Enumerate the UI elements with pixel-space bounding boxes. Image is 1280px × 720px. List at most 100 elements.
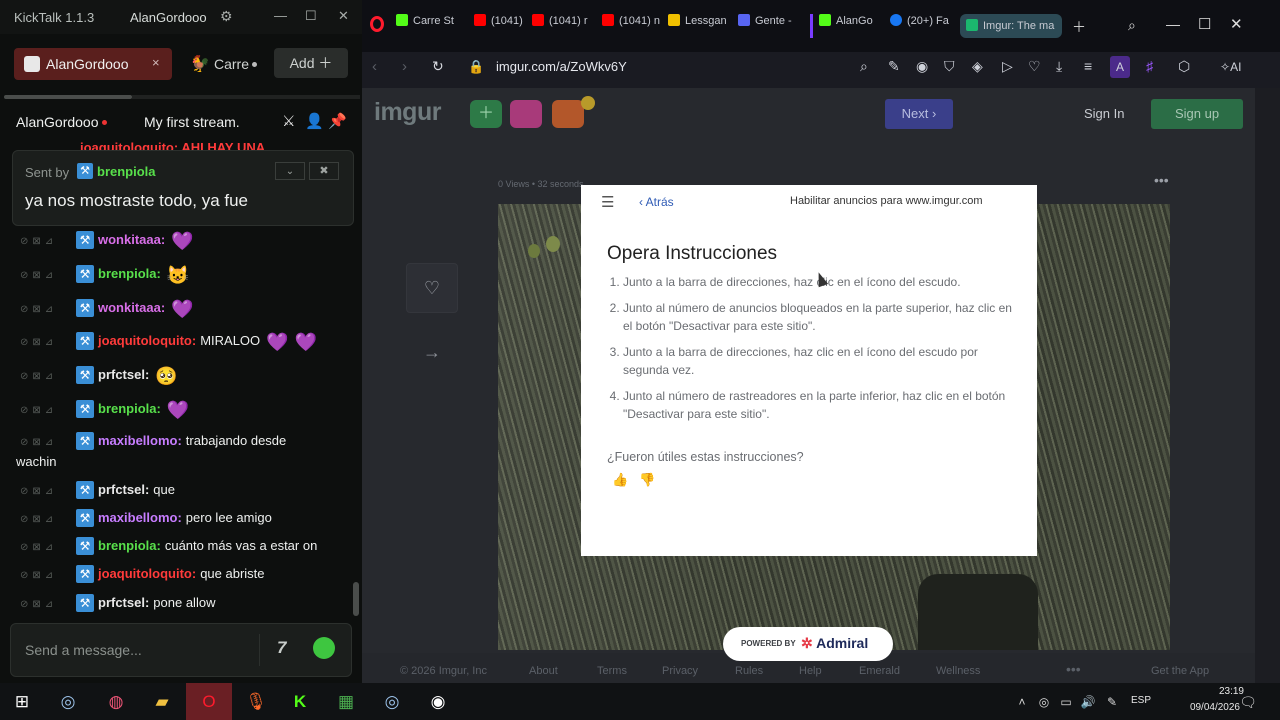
hamburger-menu-icon[interactable]: ☰ bbox=[601, 193, 614, 211]
mod-actions-icon[interactable]: ⊘⊠⊿ bbox=[20, 333, 57, 353]
menu-icon[interactable]: ≡ bbox=[1084, 58, 1092, 74]
maximize-icon[interactable]: ☐ bbox=[305, 8, 317, 24]
browser-tab[interactable]: (1041) R bbox=[474, 14, 526, 38]
emote-icon[interactable]: 💜 bbox=[171, 299, 193, 319]
mod-actions-icon[interactable]: ⊘⊠⊿ bbox=[20, 433, 57, 453]
minecraft-icon[interactable]: ▦ bbox=[330, 687, 362, 717]
browser-icon[interactable]: ◍ bbox=[100, 687, 132, 717]
chat-username[interactable]: maxibellomo: bbox=[98, 433, 182, 448]
admiral-badge[interactable]: POWERED BY ✲ Admiral bbox=[723, 627, 893, 661]
close-icon[interactable]: ✕ bbox=[338, 8, 349, 24]
unpin-icon[interactable]: ✖ bbox=[309, 162, 339, 180]
browser-tab-active[interactable]: Imgur: The ma bbox=[960, 14, 1062, 38]
emote-icon[interactable]: 💜 bbox=[266, 332, 288, 352]
opera-logo-icon[interactable] bbox=[370, 16, 384, 32]
tabs-scrollbar[interactable] bbox=[4, 95, 132, 99]
notifications-icon[interactable]: 🗨 bbox=[1232, 687, 1264, 717]
thumbs-up-icon[interactable]: 👍 bbox=[612, 472, 628, 488]
tab-alangordooo[interactable]: AlanGordooo × bbox=[14, 48, 172, 80]
maximize-icon[interactable]: ☐ bbox=[1198, 15, 1211, 33]
lock-icon[interactable]: 🔒 bbox=[468, 59, 484, 75]
search-tabs-icon[interactable]: ⌕ bbox=[1128, 17, 1136, 34]
get-the-app-link[interactable]: Get the App bbox=[1151, 665, 1209, 677]
chat-username[interactable]: prfctsel: bbox=[98, 482, 149, 497]
seventv-icon[interactable]: 7 bbox=[277, 638, 286, 658]
chat-username[interactable]: prfctsel: bbox=[98, 595, 149, 610]
mod-actions-icon[interactable]: ⊘⊠⊿ bbox=[20, 300, 57, 320]
mod-actions-icon[interactable]: ⊘⊠⊿ bbox=[20, 595, 57, 615]
chat-username[interactable]: wonkitaaa: bbox=[98, 232, 165, 247]
pin-icon[interactable]: 📌 bbox=[328, 112, 347, 130]
mod-actions-icon[interactable]: ⊘⊠⊿ bbox=[20, 482, 57, 502]
add-channel-button[interactable]: Add ＋ bbox=[274, 48, 348, 78]
browser-tab[interactable]: AlanGo bbox=[810, 14, 878, 38]
chat-username[interactable]: prfctsel: bbox=[98, 367, 149, 382]
windows-start-icon[interactable]: ⊞ bbox=[6, 687, 38, 717]
edit-icon[interactable]: ✎ bbox=[888, 58, 900, 75]
url-field[interactable]: imgur.com/a/ZoWkv6Y bbox=[496, 59, 627, 74]
ai-button[interactable]: ✧AI bbox=[1220, 60, 1260, 74]
minimize-icon[interactable]: — bbox=[274, 8, 287, 23]
chat-username[interactable]: maxibellomo: bbox=[98, 510, 182, 525]
mod-actions-icon[interactable]: ⊘⊠⊿ bbox=[20, 266, 57, 286]
play-icon[interactable]: ▷ bbox=[1002, 58, 1013, 75]
chat-username[interactable]: brenpiola: bbox=[98, 401, 161, 416]
sword-icon[interactable]: ⚔ bbox=[282, 112, 295, 130]
page-scrollbar[interactable] bbox=[1255, 88, 1280, 683]
back-link[interactable]: ‹ Atrás bbox=[639, 195, 674, 209]
mod-actions-icon[interactable]: ⊘⊠⊿ bbox=[20, 538, 57, 558]
mod-actions-icon[interactable]: ⊘⊠⊿ bbox=[20, 367, 57, 387]
emote-icon[interactable]: 💜 bbox=[295, 332, 317, 352]
kick-taskbar-icon[interactable]: K bbox=[284, 687, 316, 717]
mod-actions-icon[interactable]: ⊘⊠⊿ bbox=[20, 232, 57, 252]
heart-icon[interactable]: ♡ bbox=[1028, 58, 1041, 75]
tab-carre[interactable]: 🐓 Carre bbox=[186, 48, 266, 80]
browser-tab[interactable]: (1041) n bbox=[602, 14, 662, 38]
browser-tab[interactable]: Lessgan bbox=[668, 14, 730, 38]
chat-scrollbar[interactable] bbox=[353, 582, 359, 616]
sign-in-link[interactable]: Sign In bbox=[1084, 106, 1124, 121]
kick-emote-icon[interactable] bbox=[313, 637, 335, 659]
minimize-icon[interactable]: — bbox=[1166, 16, 1180, 32]
footer-link-rules[interactable]: Rules bbox=[735, 665, 763, 677]
vpn-icon[interactable]: ◈ bbox=[972, 58, 983, 75]
message-input[interactable]: Send a message... bbox=[25, 642, 142, 658]
steam-icon[interactable]: ◎ bbox=[376, 687, 408, 717]
emote-icon[interactable]: 💜 bbox=[167, 400, 189, 420]
browser-tab[interactable]: Carre St bbox=[396, 14, 466, 38]
search-icon[interactable]: ⌕ bbox=[860, 58, 868, 75]
close-icon[interactable]: ✕ bbox=[1230, 15, 1243, 33]
chat-username[interactable]: brenpiola: bbox=[98, 538, 161, 553]
emote-icon[interactable]: 💜 bbox=[171, 231, 193, 251]
browser-tab[interactable]: (20+) Fa bbox=[890, 14, 952, 38]
share-arrow-icon[interactable]: → bbox=[423, 342, 441, 363]
reload-icon[interactable]: ↻ bbox=[432, 58, 444, 75]
user-icon[interactable]: 👤 bbox=[305, 112, 324, 130]
thumbs-down-icon[interactable]: 👎 bbox=[639, 472, 655, 488]
browser-tab[interactable]: Gente - bbox=[738, 14, 796, 38]
pen-icon[interactable]: ✎ bbox=[1096, 687, 1128, 717]
opera-taskbar-icon[interactable]: O bbox=[186, 683, 232, 720]
language-indicator[interactable]: ESP bbox=[1131, 695, 1151, 706]
shield-icon[interactable]: ⛉ bbox=[944, 58, 955, 75]
download-icon[interactable]: ⤓ bbox=[1056, 58, 1062, 75]
favorite-button[interactable]: ♡ bbox=[406, 263, 458, 313]
message-input-box[interactable]: Send a message... 7 bbox=[10, 623, 352, 677]
camera-icon[interactable]: ◉ bbox=[916, 58, 928, 75]
browser-tab[interactable]: (1041) r bbox=[532, 14, 592, 38]
cube-icon[interactable]: ⬡ bbox=[1178, 58, 1190, 75]
microphone-icon[interactable]: 🎙 bbox=[240, 687, 272, 717]
chat-username[interactable]: brenpiola: bbox=[98, 266, 161, 281]
gear-icon[interactable]: ⚙ bbox=[220, 8, 233, 25]
upload-icon[interactable]: ＋ bbox=[470, 100, 502, 128]
extension-icon[interactable]: ♯ bbox=[1146, 58, 1153, 74]
footer-link-terms[interactable]: Terms bbox=[597, 665, 627, 677]
back-icon[interactable]: ‹ bbox=[372, 58, 377, 75]
pet-icon[interactable] bbox=[510, 100, 542, 128]
mod-actions-icon[interactable]: ⊘⊠⊿ bbox=[20, 401, 57, 421]
footer-link-privacy[interactable]: Privacy bbox=[662, 665, 698, 677]
mod-actions-icon[interactable]: ⊘⊠⊿ bbox=[20, 510, 57, 530]
pinned-user[interactable]: brenpiola bbox=[97, 164, 156, 179]
new-tab-icon[interactable]: ＋ bbox=[1072, 17, 1086, 37]
close-tab-icon[interactable]: × bbox=[152, 55, 160, 70]
